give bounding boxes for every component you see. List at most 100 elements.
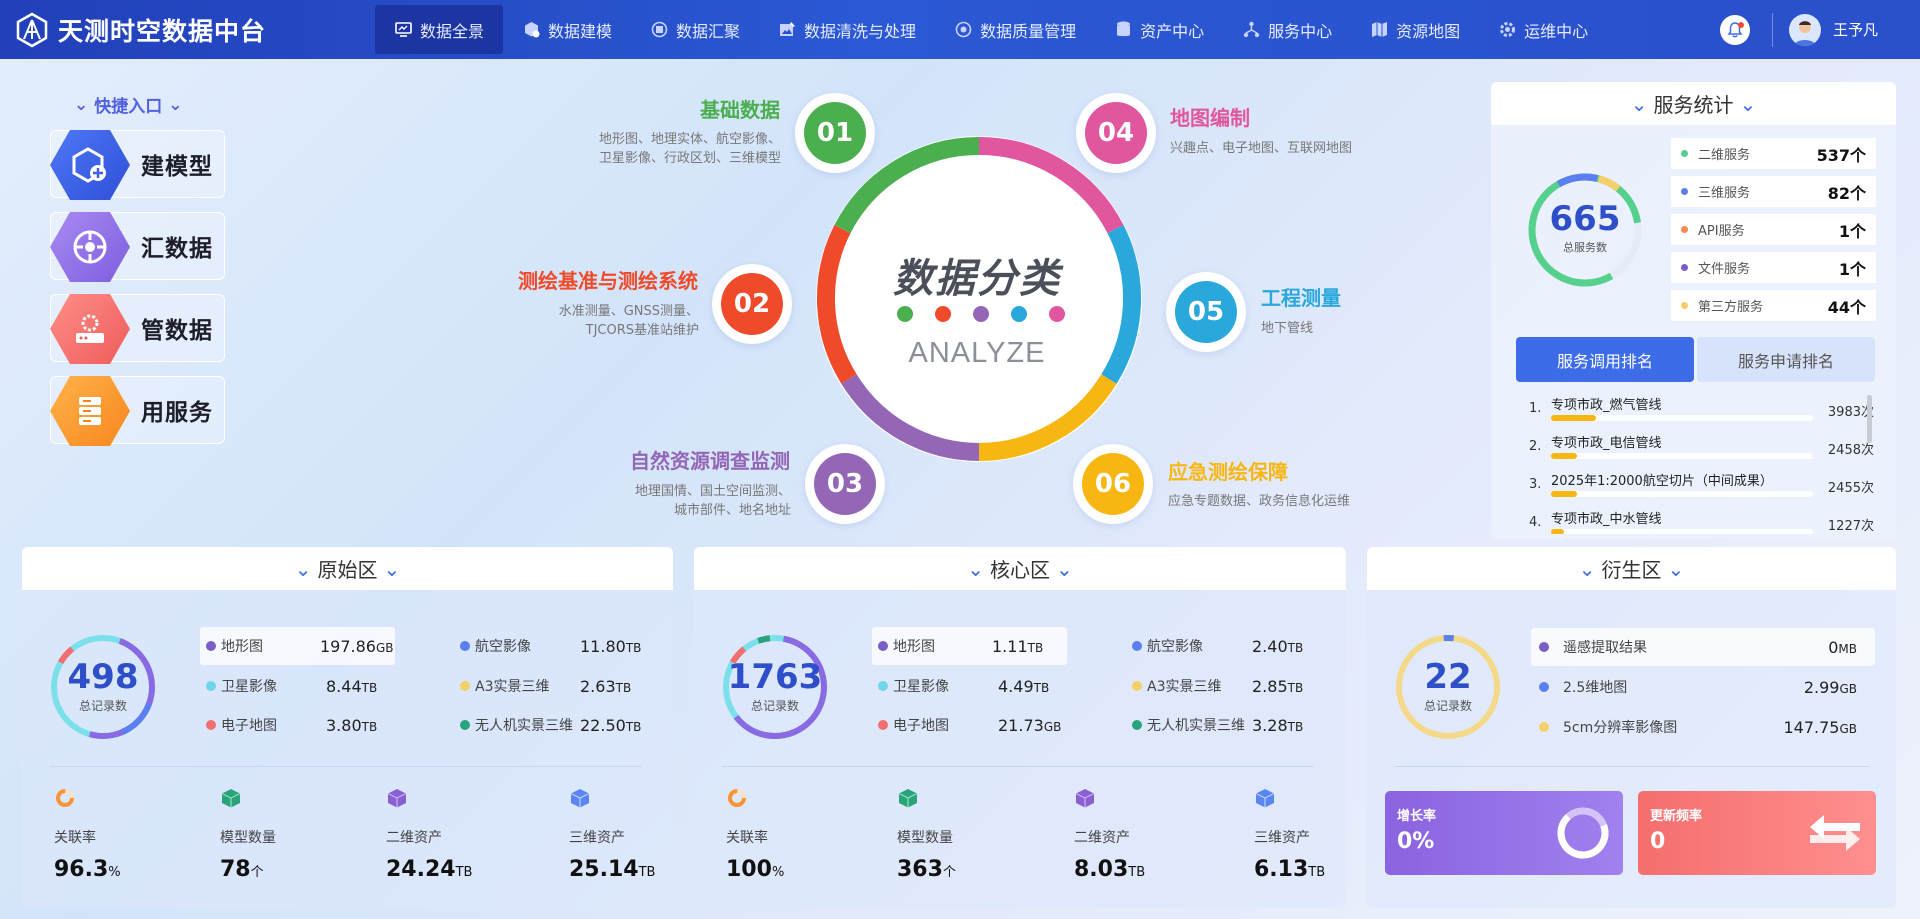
service-value: 537个 (1816, 145, 1866, 165)
service-total-label: 总服务数 (1563, 241, 1607, 254)
map-icon (1370, 21, 1388, 39)
category-01-title[interactable]: 基础数据 (700, 94, 780, 123)
legend-dot (1132, 681, 1142, 691)
zone-item[interactable]: 5cm分辨率影像图 147.75GB (1531, 708, 1875, 746)
service-value: 44个 (1827, 297, 1866, 317)
center-dots (897, 306, 1065, 322)
nav-item-service-center[interactable]: 服务中心 (1223, 5, 1351, 54)
legend-dot (206, 720, 216, 730)
tab-call-ranking[interactable]: 服务调用排名 (1516, 337, 1694, 382)
rank-bar-fill (1551, 529, 1565, 534)
service-type-list: 二维服务 537个 三维服务 82个 API服务 1个 文件服务 1个 第三方服务 44个 (1671, 138, 1876, 328)
category-03-bubble[interactable]: 03 (805, 444, 885, 524)
zone-item[interactable]: 卫星影像 4.49TB (878, 667, 1068, 705)
zone-item[interactable]: 无人机实景三维 3.28TB (1132, 706, 1322, 744)
kpi-label: 关联率 (54, 830, 96, 846)
zone-title: 原始区 (317, 558, 378, 582)
nav-item-ops-center[interactable]: 运维中心 (1479, 5, 1607, 54)
zone-raw-header: ⌄ 原始区 ⌄ (22, 547, 673, 590)
item-value: 22.50TB (580, 715, 642, 735)
card-value: 0 (1650, 829, 1666, 854)
kpi-value: 363个 (897, 857, 956, 882)
category-02-title[interactable]: 测绘基准与测绘系统 (518, 265, 698, 294)
zone-item[interactable]: A3实景三维 2.85TB (1132, 667, 1322, 705)
quick-use-service-button[interactable]: 用服务 (50, 376, 225, 446)
user-name[interactable]: 王予凡 (1833, 19, 1878, 40)
rank-number: 4. (1529, 515, 1542, 530)
chevron-down-icon: ⌄ (1578, 556, 1596, 581)
kpi-association-rate: 关联率 100% (726, 787, 866, 882)
growth-rate-card[interactable]: 增长率 0% (1385, 791, 1623, 875)
quick-item-label: 建模型 (141, 154, 213, 180)
desc-line: 城市部件、地名地址 (673, 503, 791, 518)
nav-item-data-quality[interactable]: 数据质量管理 (935, 5, 1095, 54)
zone-item[interactable]: 航空影像 2.40TB (1132, 627, 1322, 665)
service-label: 三维服务 (1698, 186, 1751, 201)
nav-item-asset-center[interactable]: 资产中心 (1095, 5, 1223, 54)
category-02-bubble[interactable]: 02 (712, 264, 792, 344)
item-value: 1.11TB (992, 636, 1044, 656)
header-divider (1771, 12, 1773, 47)
service-row[interactable]: 三维服务 82个 (1671, 176, 1876, 207)
nav-item-data-panorama[interactable]: 数据全景 (375, 5, 504, 54)
legend-dot (878, 641, 888, 651)
nav-label: 资源地图 (1396, 21, 1461, 41)
nav-item-data-modeling[interactable]: 数据建模 (503, 5, 631, 54)
category-06-bubble[interactable]: 06 (1073, 444, 1153, 524)
ranking-row[interactable]: 1. 专项市政_燃气管线 3983次 (1529, 394, 1874, 432)
nav-item-resource-map[interactable]: 资源地图 (1351, 5, 1479, 54)
category-03-title[interactable]: 自然资源调查监测 (630, 445, 790, 474)
category-04-bubble[interactable]: 04 (1076, 93, 1156, 173)
service-stats-header: ⌄ 服务统计 ⌄ (1491, 82, 1896, 125)
ranking-row[interactable]: 4. 专项市政_中水管线 1227次 (1529, 508, 1874, 534)
category-04-title[interactable]: 地图编制 (1170, 102, 1250, 131)
rank-count: 1227次 (1827, 519, 1874, 534)
ranking-scrollbar[interactable] (1867, 395, 1872, 443)
notification-bell-icon[interactable] (1719, 14, 1750, 45)
quick-gather-data-button[interactable]: 汇数据 (50, 212, 225, 282)
item-name: 无人机实景三维 (475, 718, 573, 734)
legend-dot (1539, 682, 1549, 692)
ranking-row[interactable]: 3. 2025年1:2000航空切片（中间成果） 2455次 (1529, 470, 1874, 508)
zone-item[interactable]: 地形图 1.11TB (872, 627, 1067, 665)
category-01-bubble[interactable]: 01 (795, 93, 875, 173)
zone-item[interactable]: 电子地图 3.80TB (206, 706, 396, 744)
category-06-title[interactable]: 应急测绘保障 (1168, 456, 1288, 485)
app-logo[interactable]: 天测时空数据中台 (14, 12, 354, 48)
kpi-3d-assets: 三维资产 25.14TB (569, 787, 709, 882)
service-row[interactable]: API服务 1个 (1671, 214, 1876, 245)
ranking-row[interactable]: 2. 专项市政_电信管线 2458次 (1529, 432, 1874, 470)
zone-item[interactable]: 地形图 197.86GB (200, 627, 395, 665)
user-avatar[interactable] (1788, 13, 1821, 46)
update-frequency-card[interactable]: 更新频率 0 (1638, 791, 1876, 875)
nav-item-data-gather[interactable]: 数据汇聚 (631, 5, 759, 54)
item-name: 地形图 (893, 639, 935, 655)
service-row[interactable]: 文件服务 1个 (1671, 252, 1876, 283)
category-05-title[interactable]: 工程测量 (1261, 282, 1341, 311)
nav-label: 数据建模 (548, 21, 613, 41)
zone-item[interactable]: 航空影像 11.80TB (460, 627, 650, 665)
zone-item[interactable]: 无人机实景三维 22.50TB (460, 706, 650, 744)
service-value: 1个 (1838, 221, 1866, 241)
rank-number: 2. (1529, 439, 1542, 454)
target-icon (50, 212, 130, 282)
item-value: 11.80TB (580, 636, 642, 656)
kpi-label: 模型数量 (897, 830, 953, 846)
category-05-bubble[interactable]: 05 (1166, 272, 1246, 352)
quick-manage-data-button[interactable]: 管数据 (50, 294, 225, 364)
zone-item[interactable]: A3实景三维 2.63TB (460, 667, 650, 705)
zone-item[interactable]: 遥感提取结果 0MB (1531, 628, 1875, 666)
service-row[interactable]: 二维服务 537个 (1671, 138, 1876, 169)
rank-bar (1551, 415, 1813, 421)
nav-label: 数据清洗与处理 (804, 21, 917, 41)
quick-item-label: 管数据 (141, 318, 213, 344)
chevron-down-icon: ⌄ (1056, 556, 1073, 581)
zone-item[interactable]: 卫星影像 8.44TB (206, 667, 396, 705)
service-row[interactable]: 第三方服务 44个 (1671, 290, 1876, 321)
tab-apply-ranking[interactable]: 服务申请排名 (1697, 337, 1875, 382)
quick-build-model-button[interactable]: 建模型 (50, 130, 225, 200)
database-stack-icon (50, 376, 130, 446)
zone-item[interactable]: 2.5维地图 2.99GB (1531, 668, 1875, 706)
nav-item-data-cleaning[interactable]: 数据清洗与处理 (759, 5, 935, 54)
zone-item[interactable]: 电子地图 21.73GB (878, 706, 1068, 744)
